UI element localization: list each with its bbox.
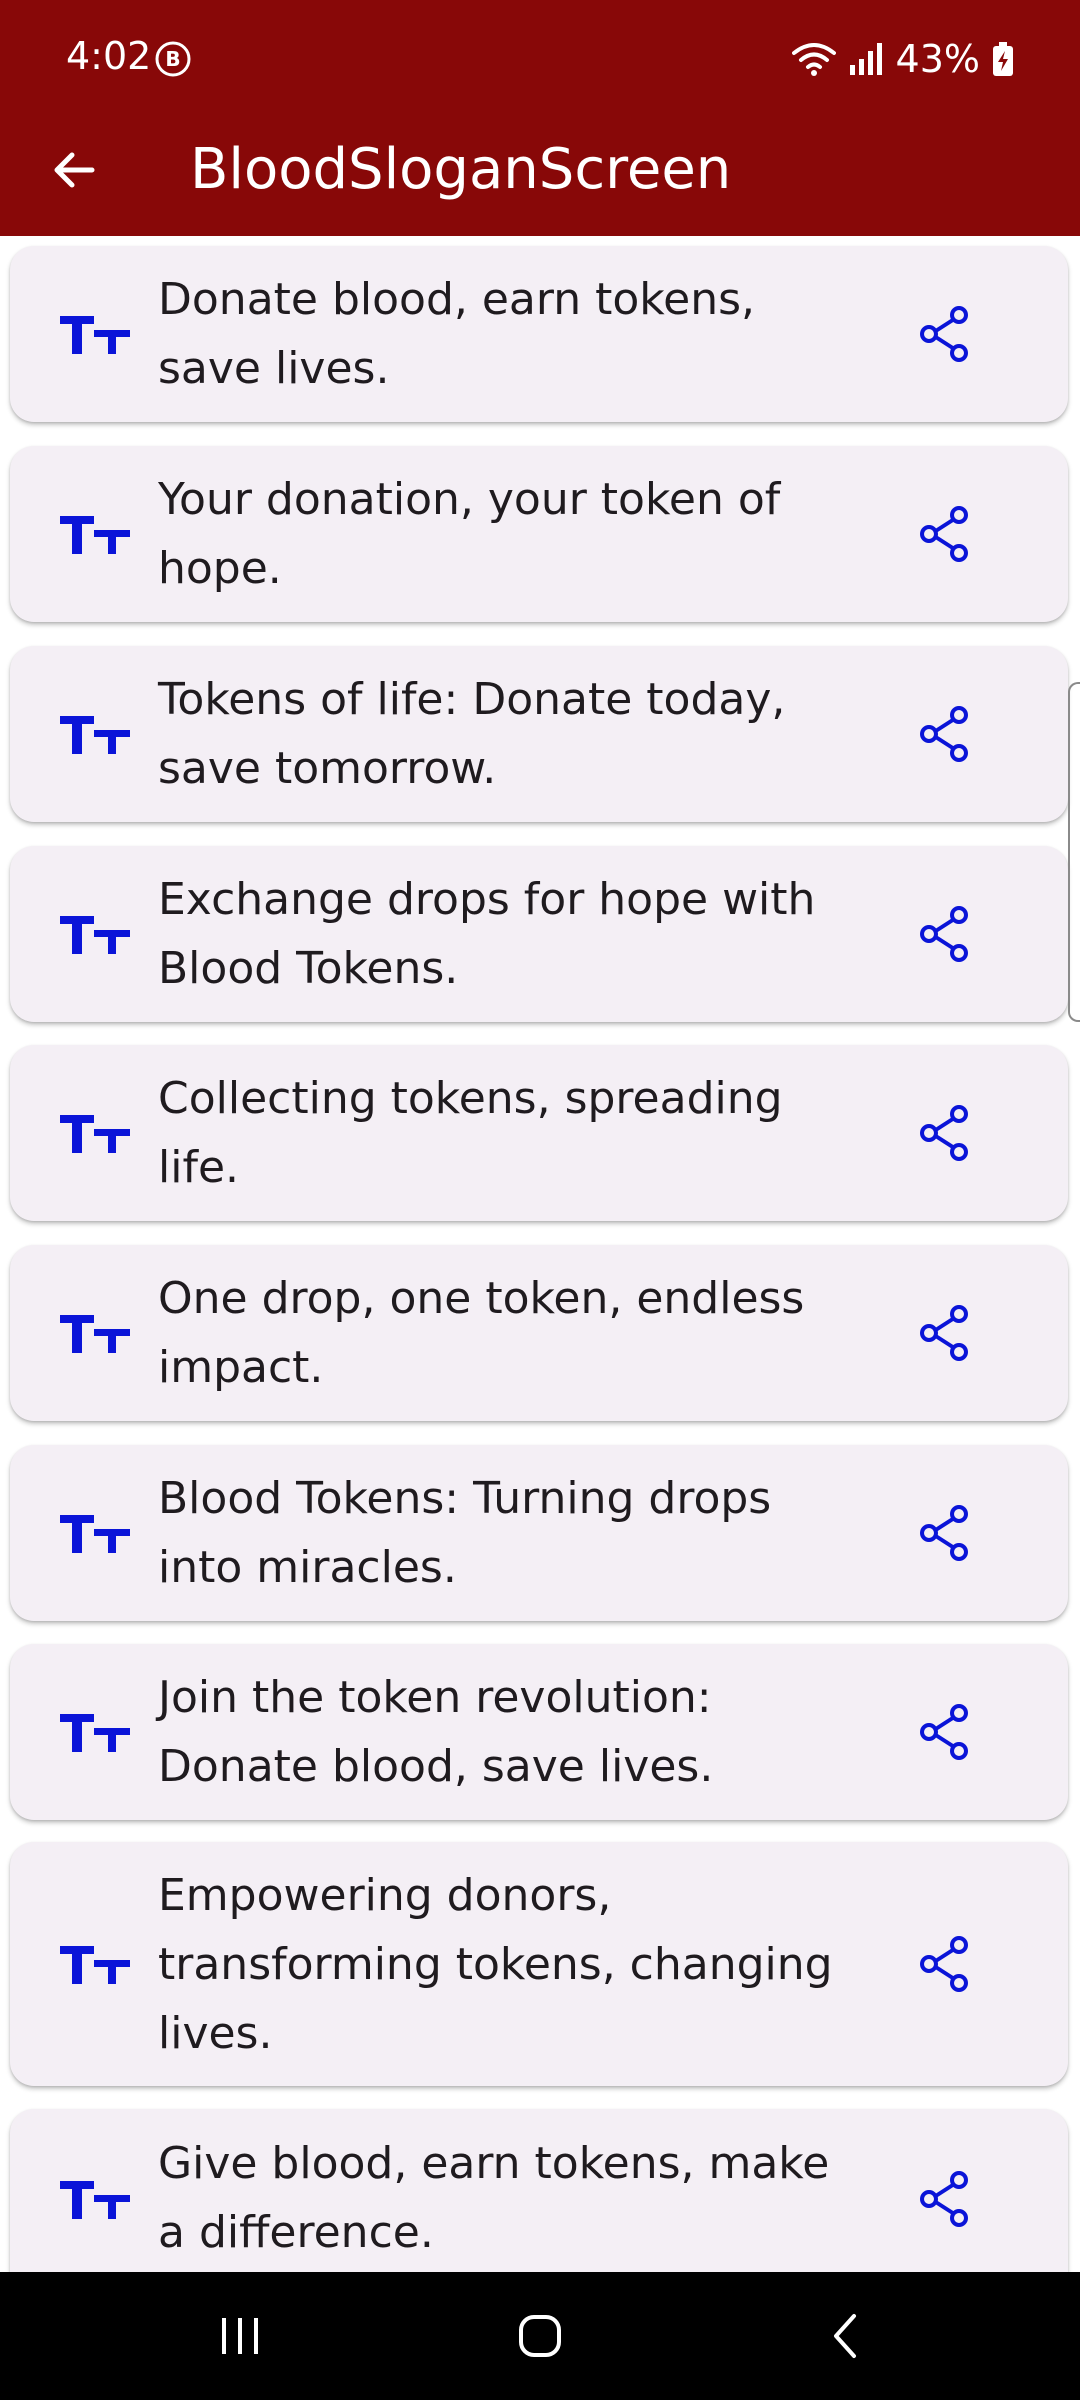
back-button[interactable] [44,130,104,210]
b-badge-icon: B [154,40,192,78]
slogan-card[interactable]: Tokens of life: Donate today, save tomor… [10,646,1068,822]
recent-apps-button[interactable] [180,2296,300,2376]
share-button[interactable] [910,499,980,569]
slogan-text: Empowering donors, transforming tokens, … [158,1870,833,2059]
slogan-text: Donate blood, earn tokens, save lives. [158,274,756,394]
text-fields-icon [56,2169,134,2229]
share-icon [920,906,968,962]
status-indicators: 43% [791,34,1014,84]
share-icon [920,506,968,562]
recent-apps-icon [222,2318,258,2354]
share-icon [920,1305,968,1361]
status-time: 4:02 [66,34,152,78]
share-button[interactable] [910,1498,980,1568]
share-icon [920,306,968,362]
slogan-text: Tokens of life: Donate today, save tomor… [158,674,786,794]
share-icon [920,1105,968,1161]
text-fields-icon [56,704,134,764]
screen: 4:02 B 43% BloodSloganScreen Donate bloo… [0,0,1080,2400]
signal-icon [848,41,884,77]
slogan-card[interactable]: Donate blood, earn tokens, save lives. [10,246,1068,422]
battery-percent: 43% [895,37,980,81]
text-fields-icon [56,1702,134,1762]
share-icon [920,2171,968,2227]
slogan-card[interactable]: Blood Tokens: Turning drops into miracle… [10,1445,1068,1621]
share-button[interactable] [910,1098,980,1168]
system-back-button[interactable] [786,2296,906,2376]
share-button[interactable] [910,299,980,369]
slogan-text: One drop, one token, endless impact. [158,1273,805,1393]
slogan-card[interactable]: Your donation, your token of hope. [10,446,1068,622]
scroll-indicator[interactable] [1068,682,1080,1022]
back-icon [834,2314,856,2358]
share-button[interactable] [910,2164,980,2234]
text-fields-icon [56,1103,134,1163]
slogan-card[interactable]: Empowering donors, transforming tokens, … [10,1842,1068,2086]
navigation-bar [0,2272,1080,2400]
slogan-card[interactable]: One drop, one token, endless impact. [10,1245,1068,1421]
toolbar: BloodSloganScreen [0,120,1080,236]
text-fields-icon [56,1503,134,1563]
share-button[interactable] [910,1697,980,1767]
share-button[interactable] [910,899,980,969]
text-fields-icon [56,304,134,364]
page-title: BloodSloganScreen [190,137,732,202]
home-icon [519,2315,561,2357]
wifi-icon [791,41,836,77]
share-icon [920,1936,968,1992]
share-button[interactable] [910,1929,980,1999]
text-fields-icon [56,1934,134,1994]
svg-text:B: B [165,47,180,71]
slogan-text: Blood Tokens: Turning drops into miracle… [158,1473,772,1593]
slogan-text: Join the token revolution: Donate blood,… [158,1672,714,1792]
slogan-text: Exchange drops for hope with Blood Token… [158,874,816,994]
slogan-text: Give blood, earn tokens, make a differen… [158,2138,830,2258]
share-icon [920,706,968,762]
battery-charging-icon [992,41,1014,77]
slogan-card[interactable]: Give blood, earn tokens, make a differen… [10,2109,1068,2272]
status-bar: 4:02 B 43% [0,0,1080,120]
share-button[interactable] [910,699,980,769]
home-button[interactable] [480,2296,600,2376]
app-bar: 4:02 B 43% BloodSloganScreen [0,0,1080,236]
slogan-text: Collecting tokens, spreading life. [158,1073,783,1193]
text-fields-icon [56,504,134,564]
slogan-list[interactable]: Donate blood, earn tokens, save lives. Yo… [0,236,1080,2272]
slogan-text: Your donation, your token of hope. [158,474,781,594]
slogan-card[interactable]: Collecting tokens, spreading life. [10,1045,1068,1221]
share-icon [920,1505,968,1561]
text-fields-icon [56,1303,134,1363]
text-fields-icon [56,904,134,964]
arrow-left-icon [54,152,95,188]
slogan-card[interactable]: Join the token revolution: Donate blood,… [10,1644,1068,1820]
share-icon [920,1704,968,1760]
slogan-card[interactable]: Exchange drops for hope with Blood Token… [10,846,1068,1022]
share-button[interactable] [910,1298,980,1368]
